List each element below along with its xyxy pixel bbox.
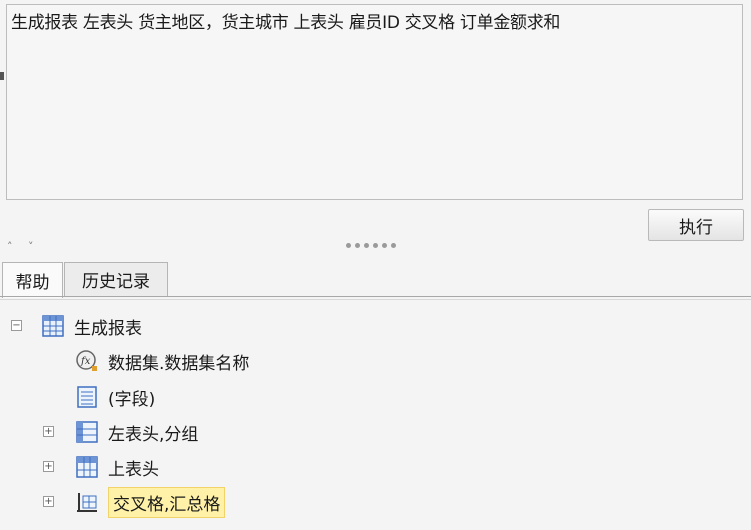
tree-node-label: 交叉格,汇总格 xyxy=(108,486,226,518)
grip-dot xyxy=(355,243,360,248)
top-header-icon xyxy=(76,456,98,478)
svg-text:fx: fx xyxy=(80,356,91,367)
table-grid-icon xyxy=(42,315,64,337)
tree-node-label: 数据集.数据集名称 xyxy=(108,353,250,374)
tree-node-top-header[interactable]: 上表头 xyxy=(76,452,159,482)
chevron-down-icon[interactable]: ˅ xyxy=(28,240,34,253)
tab-help[interactable]: 帮助 xyxy=(2,262,63,298)
expand-icon[interactable]: + xyxy=(43,496,54,507)
fx-function-icon: fx xyxy=(76,350,98,372)
tree-node-left-header[interactable]: 左表头,分组 xyxy=(76,417,198,447)
tree-node-label: 左表头,分组 xyxy=(108,424,199,445)
expand-icon[interactable]: + xyxy=(43,426,54,437)
grip-dot xyxy=(382,243,387,248)
tree-node-dataset-name[interactable]: fx 数据集.数据集名称 xyxy=(76,346,249,376)
resize-marker xyxy=(0,72,4,80)
grip-dot xyxy=(373,243,378,248)
field-list-icon xyxy=(76,386,98,408)
tree-node-fields[interactable]: (字段) xyxy=(76,382,155,412)
tree-node-generate-report[interactable]: 生成报表 xyxy=(42,311,142,341)
run-button[interactable]: 执行 xyxy=(648,209,744,241)
splitter-handle[interactable] xyxy=(346,243,402,251)
tree-node-label: 上表头 xyxy=(108,459,159,480)
tree-node-cross-cell[interactable]: 交叉格,汇总格 xyxy=(76,486,226,518)
collapse-icon[interactable]: − xyxy=(11,320,22,331)
tree-node-label: 生成报表 xyxy=(74,318,142,339)
grip-dot xyxy=(346,243,351,248)
tree-node-label: (字段) xyxy=(108,389,156,410)
cross-cell-icon xyxy=(76,491,98,513)
grip-dot xyxy=(391,243,396,248)
help-tree: − 生成报表 fx 数据集.数据集名称 (字段) + 左表头,分组 + 上表头 … xyxy=(0,300,751,530)
left-header-icon xyxy=(76,421,98,443)
tab-divider xyxy=(0,296,751,297)
grip-dot xyxy=(364,243,369,248)
query-input[interactable]: 生成报表 左表头 货主地区，货主城市 上表头 雇员ID 交叉格 订单金额求和 xyxy=(6,4,743,200)
chevron-up-icon[interactable]: ˄ xyxy=(7,240,13,253)
tab-history[interactable]: 历史记录 xyxy=(64,262,168,296)
expand-icon[interactable]: + xyxy=(43,461,54,472)
